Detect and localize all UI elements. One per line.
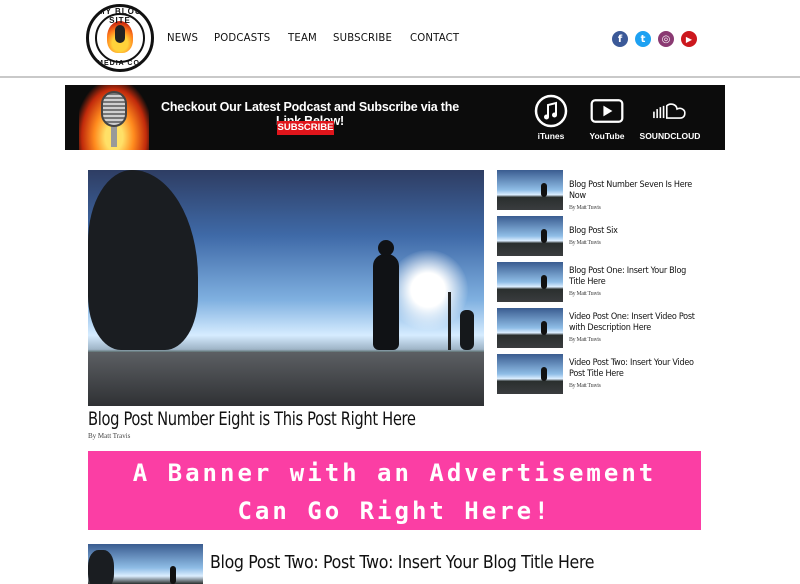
runner-silhouette	[88, 170, 198, 350]
post-title-block: Blog Post Six By Matt Travis	[569, 226, 695, 248]
logo-bottom-text: MEDIA CO.	[97, 60, 143, 67]
featured-post-image[interactable]	[88, 170, 484, 406]
platform-soundcloud[interactable]: SOUNDCLOUD	[635, 93, 705, 141]
soundcloud-icon	[652, 93, 688, 129]
site-logo[interactable]: MY BLOG SITE MEDIA CO.	[86, 4, 154, 72]
utility-pole	[448, 292, 451, 350]
list-item[interactable]: Video Post One: Insert Video Post with D…	[497, 308, 717, 354]
post-thumbnail[interactable]	[497, 170, 563, 210]
post-title-block: Video Post Two: Insert Your Video Post T…	[569, 358, 695, 391]
road	[88, 352, 484, 406]
post-title[interactable]: Video Post One: Insert Video Post with D…	[569, 312, 695, 334]
post-byline: By Matt Travis	[569, 239, 601, 246]
microphone-icon	[115, 25, 125, 43]
post-byline: By Matt Travis	[569, 204, 601, 211]
subscribe-button[interactable]: SUBSCRIBE	[277, 121, 334, 135]
post-title[interactable]: Blog Post Two: Post Two: Insert Your Blo…	[210, 552, 595, 573]
post-thumbnail[interactable]	[497, 354, 563, 394]
list-item[interactable]: Blog Post Number Seven Is Here Now By Ma…	[497, 170, 717, 216]
ad-line-2: Can Go Right Here!	[237, 497, 552, 525]
youtube-play-icon	[589, 93, 625, 129]
instagram-icon[interactable]: ◎	[658, 31, 674, 47]
list-item[interactable]: Blog Post One: Insert Your Blog Title He…	[497, 262, 717, 308]
post-byline: By Matt Travis	[569, 290, 601, 297]
post-title[interactable]: Blog Post Number Seven Is Here Now	[569, 180, 695, 202]
platform-youtube[interactable]: YouTube	[572, 93, 642, 141]
twitter-icon[interactable]: t	[635, 31, 651, 47]
itunes-icon	[533, 93, 569, 129]
microphone-stand	[111, 127, 117, 147]
featured-post-title[interactable]: Blog Post Number Eight is This Post Righ…	[88, 408, 416, 430]
advertisement-banner[interactable]: A Banner with an Advertisement Can Go Ri…	[88, 451, 701, 530]
runner-silhouette	[373, 240, 399, 350]
post-thumbnail[interactable]	[497, 262, 563, 302]
platform-label: SOUNDCLOUD	[639, 131, 701, 141]
platform-label: YouTube	[589, 131, 625, 141]
nav-team[interactable]: TEAM	[288, 31, 317, 44]
post-title[interactable]: Blog Post One: Insert Your Blog Title He…	[569, 266, 695, 288]
nav-news[interactable]: NEWS	[167, 31, 198, 44]
social-links: f t ◎ ▶	[612, 31, 697, 47]
ad-line-1: A Banner with an Advertisement	[132, 459, 657, 487]
post-title-block: Blog Post Number Seven Is Here Now By Ma…	[569, 180, 695, 213]
nav-contact[interactable]: CONTACT	[410, 31, 459, 44]
post-title-block: Blog Post One: Insert Your Blog Title He…	[569, 266, 695, 299]
nav-subscribe[interactable]: SUBSCRIBE	[333, 31, 392, 44]
main-nav: NEWS PODCASTS TEAM SUBSCRIBE CONTACT	[167, 31, 476, 44]
post-thumbnail[interactable]	[88, 544, 203, 584]
site-header: MY BLOG SITE MEDIA CO. NEWS PODCASTS TEA…	[0, 0, 800, 78]
post-title[interactable]: Blog Post Six	[569, 226, 695, 237]
facebook-icon[interactable]: f	[612, 31, 628, 47]
nav-podcasts[interactable]: PODCASTS	[214, 31, 270, 44]
list-item[interactable]: Video Post Two: Insert Your Video Post T…	[497, 354, 717, 400]
list-item[interactable]: Blog Post Six By Matt Travis	[497, 216, 717, 262]
post-byline: By Matt Travis	[569, 382, 601, 389]
runner-silhouette	[460, 310, 474, 350]
post-title[interactable]: Video Post Two: Insert Your Video Post T…	[569, 358, 695, 380]
podcast-microphone-icon	[101, 91, 127, 127]
post-title-block: Video Post One: Insert Video Post with D…	[569, 312, 695, 345]
featured-post-byline: By Matt Travis	[88, 432, 131, 440]
sun-glow	[388, 250, 468, 330]
post-thumbnail[interactable]	[497, 216, 563, 256]
post-byline: By Matt Travis	[569, 336, 601, 343]
podcast-promo-banner: Checkout Our Latest Podcast and Subscrib…	[65, 85, 725, 150]
recent-posts-list: Blog Post Number Seven Is Here Now By Ma…	[497, 170, 717, 400]
logo-top-text: MY BLOG SITE	[97, 7, 143, 25]
post-thumbnail[interactable]	[497, 308, 563, 348]
youtube-icon[interactable]: ▶	[681, 31, 697, 47]
